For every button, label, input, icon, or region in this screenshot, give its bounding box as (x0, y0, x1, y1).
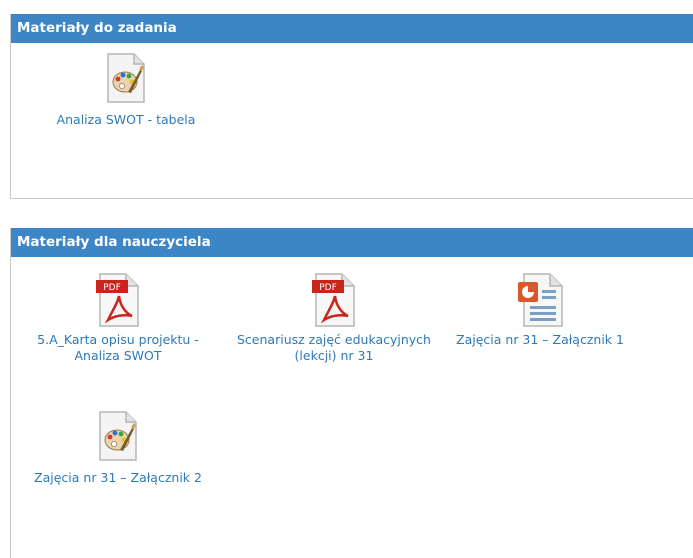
file-link-scenariusz-zajec[interactable]: PDF Scenariusz zajęć edukacyjnych (lekcj… (229, 272, 439, 364)
teacher-materials-panel: Materiały dla nauczyciela PDF 5.A_Karta … (10, 228, 693, 558)
presentation-file-icon (435, 272, 645, 327)
pdf-file-icon: PDF (229, 272, 439, 327)
task-materials-panel: Materiały do zadania Analiza SWOT - tabe… (10, 14, 693, 199)
paint-file-icon (13, 410, 223, 462)
pdf-file-icon: PDF (13, 272, 223, 327)
teacher-materials-header: Materiały dla nauczyciela (11, 228, 693, 257)
file-name: Analiza SWOT - tabela (56, 112, 196, 127)
file-link-zalacznik-1[interactable]: Zajęcia nr 31 – Załącznik 1 (435, 272, 645, 348)
file-name: Zajęcia nr 31 – Załącznik 1 (456, 332, 624, 347)
file-name: Zajęcia nr 31 – Załącznik 2 (34, 470, 202, 485)
paint-file-icon (21, 52, 231, 104)
file-name: 5.A_Karta opisu projektu - Analiza SWOT (37, 332, 199, 363)
file-link-karta-opisu-projektu[interactable]: PDF 5.A_Karta opisu projektu - Analiza S… (13, 272, 223, 364)
svg-text:PDF: PDF (319, 283, 337, 293)
file-link-analiza-swot-tabela[interactable]: Analiza SWOT - tabela (21, 52, 231, 128)
svg-text:PDF: PDF (103, 283, 121, 293)
file-name: Scenariusz zajęć edukacyjnych (lekcji) n… (237, 332, 431, 363)
task-materials-header: Materiały do zadania (11, 14, 693, 43)
file-link-zalacznik-2[interactable]: Zajęcia nr 31 – Załącznik 2 (13, 410, 223, 486)
